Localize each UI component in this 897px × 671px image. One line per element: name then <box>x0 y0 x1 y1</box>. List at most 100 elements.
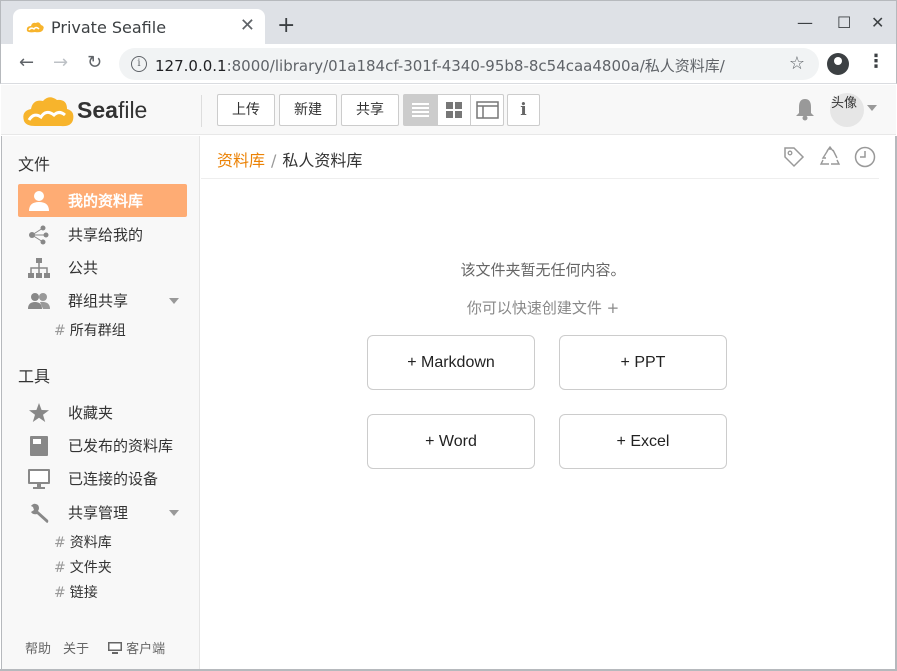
minimize-icon[interactable]: — <box>797 13 813 33</box>
column-view-icon <box>476 101 499 119</box>
sidebar: 文件 我的资料库 共享给我的 公共 群组共享 # 所有群组 工具 收藏夹 已发布… <box>1 136 200 670</box>
url-text: 127.0.0.1:8000/library/01a184cf-301f-434… <box>155 55 725 76</box>
book-icon <box>30 436 48 456</box>
sidebar-item-my-libraries[interactable]: 我的资料库 <box>18 184 187 217</box>
sidebar-item-group-shares[interactable]: 群组共享 <box>18 284 187 317</box>
seafile-logo-text: Seafile <box>77 97 147 124</box>
sidebar-sub-label: 所有群组 <box>69 323 126 339</box>
sidebar-item-label: 已发布的资料库 <box>68 437 174 455</box>
about-link[interactable]: 关于 <box>63 638 89 657</box>
share-nodes-icon <box>29 225 49 245</box>
tab-close-icon[interactable]: ✕ <box>240 16 255 36</box>
window-close-icon[interactable]: ✕ <box>871 13 884 33</box>
column-view-button[interactable] <box>470 95 503 125</box>
sidebar-item-label: 共享管理 <box>68 504 129 522</box>
list-view-icon <box>412 103 429 117</box>
star-icon <box>29 403 49 422</box>
empty-folder-message: 该文件夹暂无任何内容。 <box>460 261 626 279</box>
url-host: 127.0.0.1 <box>155 57 227 75</box>
create-word-button[interactable]: + Word <box>367 414 535 469</box>
sidebar-sub-libraries[interactable]: # 资料库 <box>54 532 112 552</box>
create-ppt-button[interactable]: + PPT <box>559 335 727 390</box>
recycle-icon[interactable] <box>819 146 841 168</box>
browser-tab[interactable]: Private Seafile ✕ <box>13 9 265 46</box>
client-link[interactable]: 客户端 <box>108 638 165 657</box>
help-link[interactable]: 帮助 <box>25 638 51 657</box>
sidebar-item-public[interactable]: 公共 <box>18 251 187 284</box>
hash-icon: # <box>54 585 66 601</box>
breadcrumb-current: 私人资料库 <box>282 151 363 170</box>
grid-view-button[interactable] <box>437 95 470 125</box>
maximize-icon[interactable]: ☐ <box>837 13 851 33</box>
desktop-icon <box>108 642 122 654</box>
browser-menu-icon[interactable]: ⋮ <box>867 52 885 72</box>
sidebar-footer: 帮助 关于 客户端 <box>2 620 200 670</box>
browser-tabstrip: Private Seafile ✕ + — ☐ ✕ <box>0 0 897 46</box>
list-view-button[interactable] <box>404 95 437 125</box>
reload-icon[interactable]: ↻ <box>87 53 102 73</box>
new-tab-button[interactable]: + <box>277 14 295 38</box>
site-info-icon[interactable]: i <box>131 56 147 72</box>
back-icon[interactable]: ← <box>19 53 34 73</box>
sidebar-item-label: 我的资料库 <box>68 192 144 210</box>
monitor-icon <box>28 469 50 489</box>
history-clock-icon[interactable] <box>854 146 876 168</box>
sidebar-sub-label: 链接 <box>69 585 98 601</box>
user-icon <box>29 191 49 211</box>
sidebar-sub-all-groups[interactable]: # 所有群组 <box>54 320 126 340</box>
url-path: :8000/library/01a184cf-301f-4340-95b8-8c… <box>226 57 725 75</box>
sidebar-sub-label: 资料库 <box>69 535 112 551</box>
avatar-alt-text: 头像 <box>831 96 858 111</box>
browser-toolbar: ← → ↻ i 127.0.0.1:8000/library/01a184cf-… <box>0 44 897 84</box>
hash-icon: # <box>54 323 66 339</box>
sidebar-item-linked-devices[interactable]: 已连接的设备 <box>18 462 187 495</box>
details-info-button[interactable]: i <box>507 94 540 126</box>
grid-view-icon <box>446 102 462 118</box>
files-heading: 文件 <box>18 155 51 174</box>
sitemap-icon <box>28 258 50 278</box>
seafile-logo-icon[interactable] <box>21 93 77 129</box>
bookmark-star-icon[interactable]: ☆ <box>789 53 805 74</box>
tab-title: Private Seafile <box>51 18 167 37</box>
address-bar[interactable]: i 127.0.0.1:8000/library/01a184cf-301f-4… <box>119 48 819 80</box>
sidebar-sub-label: 文件夹 <box>69 560 112 576</box>
sidebar-item-label: 收藏夹 <box>68 404 114 422</box>
tools-heading: 工具 <box>18 367 51 386</box>
sidebar-item-label: 公共 <box>68 259 99 277</box>
upload-button[interactable]: 上传 <box>217 94 275 126</box>
create-excel-button[interactable]: + Excel <box>559 414 727 469</box>
avatar-caret-icon[interactable] <box>867 105 877 111</box>
sidebar-sub-links[interactable]: # 链接 <box>54 582 98 602</box>
wrench-icon <box>31 503 49 523</box>
group-icon <box>28 293 50 309</box>
notification-bell-icon[interactable] <box>794 97 816 121</box>
forward-icon[interactable]: → <box>53 53 68 73</box>
hash-icon: # <box>54 535 66 551</box>
chevron-down-icon[interactable] <box>169 510 179 516</box>
sidebar-item-published-libraries[interactable]: 已发布的资料库 <box>18 429 187 462</box>
view-mode-group <box>403 94 504 126</box>
sidebar-item-share-admin[interactable]: 共享管理 <box>18 496 187 529</box>
sidebar-sub-folders[interactable]: # 文件夹 <box>54 557 112 577</box>
logo-file: file <box>117 97 148 123</box>
sidebar-item-favorites[interactable]: 收藏夹 <box>18 396 187 429</box>
header-divider <box>201 95 202 127</box>
new-button[interactable]: 新建 <box>279 94 337 126</box>
share-button[interactable]: 共享 <box>341 94 399 126</box>
seafile-header: Seafile 上传 新建 共享 i 头像 <box>1 85 896 135</box>
sidebar-item-label: 共享给我的 <box>68 226 144 244</box>
breadcrumb: 资料库 / 私人资料库 <box>217 147 362 171</box>
hash-icon: # <box>54 560 66 576</box>
main-content: 资料库 / 私人资料库 该文件夹暂无任何内容。 你可以快速创建文件 + + Mark… <box>201 136 895 670</box>
tag-icon[interactable] <box>783 146 805 168</box>
browser-profile-icon[interactable] <box>827 53 849 75</box>
breadcrumb-libraries-link[interactable]: 资料库 <box>217 151 265 170</box>
client-label: 客户端 <box>126 642 166 657</box>
chevron-down-icon[interactable] <box>169 298 179 304</box>
sidebar-item-shared-with-me[interactable]: 共享给我的 <box>18 218 187 251</box>
create-markdown-button[interactable]: + Markdown <box>367 335 535 390</box>
seafile-favicon-icon <box>26 22 44 33</box>
quick-create-hint: 你可以快速创建文件 + <box>466 299 620 317</box>
logo-sea: Sea <box>77 97 118 123</box>
sidebar-item-label: 已连接的设备 <box>68 470 159 488</box>
